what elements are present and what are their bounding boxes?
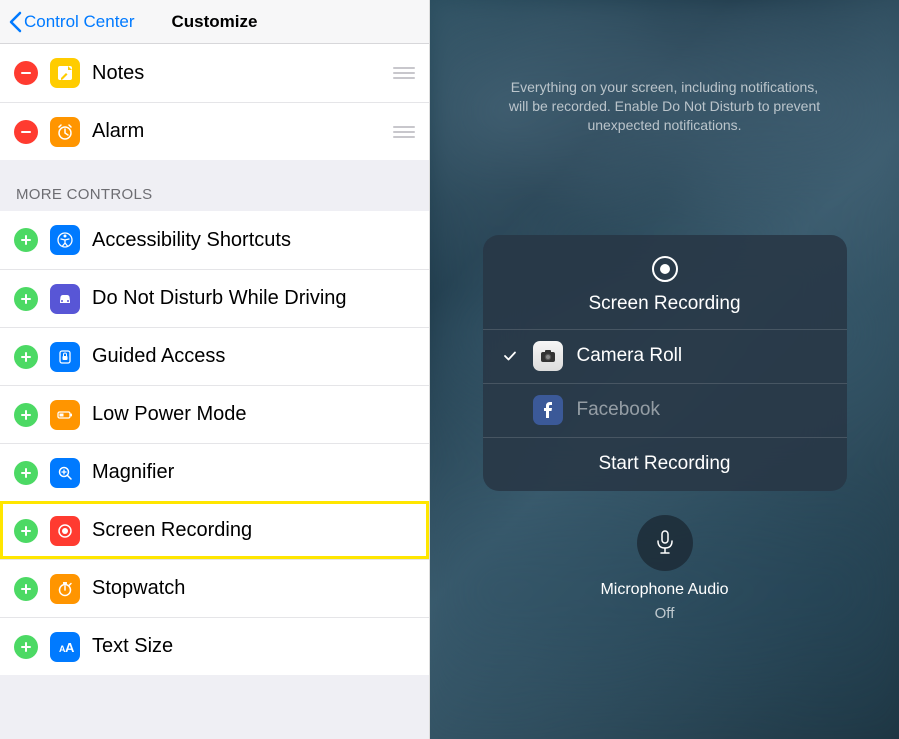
row-label: Do Not Disturb While Driving — [92, 287, 415, 310]
remove-button[interactable] — [14, 120, 38, 144]
row-label: Notes — [92, 62, 385, 85]
control-row-magnifier[interactable]: Magnifier — [0, 443, 429, 501]
row-label: Screen Recording — [92, 519, 415, 542]
svg-text:A: A — [65, 640, 75, 655]
add-button[interactable] — [14, 577, 38, 601]
add-button[interactable] — [14, 635, 38, 659]
option-label: Facebook — [577, 399, 660, 421]
row-label: Text Size — [92, 635, 415, 658]
add-button[interactable] — [14, 345, 38, 369]
row-label: Guided Access — [92, 345, 415, 368]
add-button[interactable] — [14, 403, 38, 427]
screen-recording-modal: Screen Recording Camera Roll Facebook St… — [483, 235, 847, 491]
row-label: Low Power Mode — [92, 403, 415, 426]
lock-icon — [50, 342, 80, 372]
control-row-dnd-driving[interactable]: Do Not Disturb While Driving — [0, 269, 429, 327]
battery-icon — [50, 400, 80, 430]
add-button[interactable] — [14, 519, 38, 543]
text-size-icon: AA — [50, 632, 80, 662]
control-row-notes[interactable]: Notes — [0, 44, 429, 102]
chevron-left-icon — [8, 11, 22, 33]
notes-icon — [50, 58, 80, 88]
remove-button[interactable] — [14, 61, 38, 85]
microphone-section: Microphone Audio Off — [600, 515, 728, 622]
row-label: Magnifier — [92, 461, 415, 484]
stopwatch-icon — [50, 574, 80, 604]
included-controls-list: Notes Alarm — [0, 44, 429, 160]
microphone-label: Microphone Audio — [600, 581, 728, 599]
row-label: Stopwatch — [92, 577, 415, 600]
control-row-stopwatch[interactable]: Stopwatch — [0, 559, 429, 617]
checkmark-icon — [501, 349, 519, 363]
control-row-guided-access[interactable]: Guided Access — [0, 327, 429, 385]
more-controls-list: Accessibility Shortcuts Do Not Disturb W… — [0, 211, 429, 675]
add-button[interactable] — [14, 287, 38, 311]
control-row-screen-recording[interactable]: Screen Recording — [0, 501, 429, 559]
option-label: Camera Roll — [577, 345, 683, 367]
drag-handle-icon[interactable] — [393, 67, 415, 79]
microphone-icon — [653, 529, 677, 557]
alarm-icon — [50, 117, 80, 147]
recording-notice: Everything on your screen, including not… — [505, 78, 825, 135]
row-label: Accessibility Shortcuts — [92, 229, 415, 252]
control-row-alarm[interactable]: Alarm — [0, 102, 429, 160]
settings-panel: Control Center Customize Notes Alarm — [0, 0, 430, 739]
control-center-overlay: Everything on your screen, including not… — [430, 0, 899, 739]
modal-title: Screen Recording — [588, 293, 740, 315]
back-button[interactable]: Control Center — [8, 11, 135, 33]
accessibility-icon — [50, 225, 80, 255]
nav-bar: Control Center Customize — [0, 0, 429, 44]
control-row-low-power[interactable]: Low Power Mode — [0, 385, 429, 443]
back-label: Control Center — [24, 12, 135, 32]
modal-header: Screen Recording — [483, 235, 847, 329]
destination-camera-roll[interactable]: Camera Roll — [483, 329, 847, 383]
camera-icon — [533, 341, 563, 371]
facebook-icon — [533, 395, 563, 425]
magnifier-icon — [50, 458, 80, 488]
record-icon — [50, 516, 80, 546]
microphone-toggle[interactable] — [637, 515, 693, 571]
control-row-accessibility[interactable]: Accessibility Shortcuts — [0, 211, 429, 269]
record-icon — [649, 253, 681, 285]
row-label: Alarm — [92, 120, 385, 143]
page-title: Customize — [172, 12, 258, 32]
microphone-state: Off — [655, 605, 675, 622]
destination-facebook[interactable]: Facebook — [483, 383, 847, 437]
car-icon — [50, 284, 80, 314]
start-recording-button[interactable]: Start Recording — [483, 437, 847, 491]
add-button[interactable] — [14, 461, 38, 485]
control-row-text-size[interactable]: AA Text Size — [0, 617, 429, 675]
drag-handle-icon[interactable] — [393, 126, 415, 138]
add-button[interactable] — [14, 228, 38, 252]
more-controls-header: MORE CONTROLS — [0, 160, 429, 211]
